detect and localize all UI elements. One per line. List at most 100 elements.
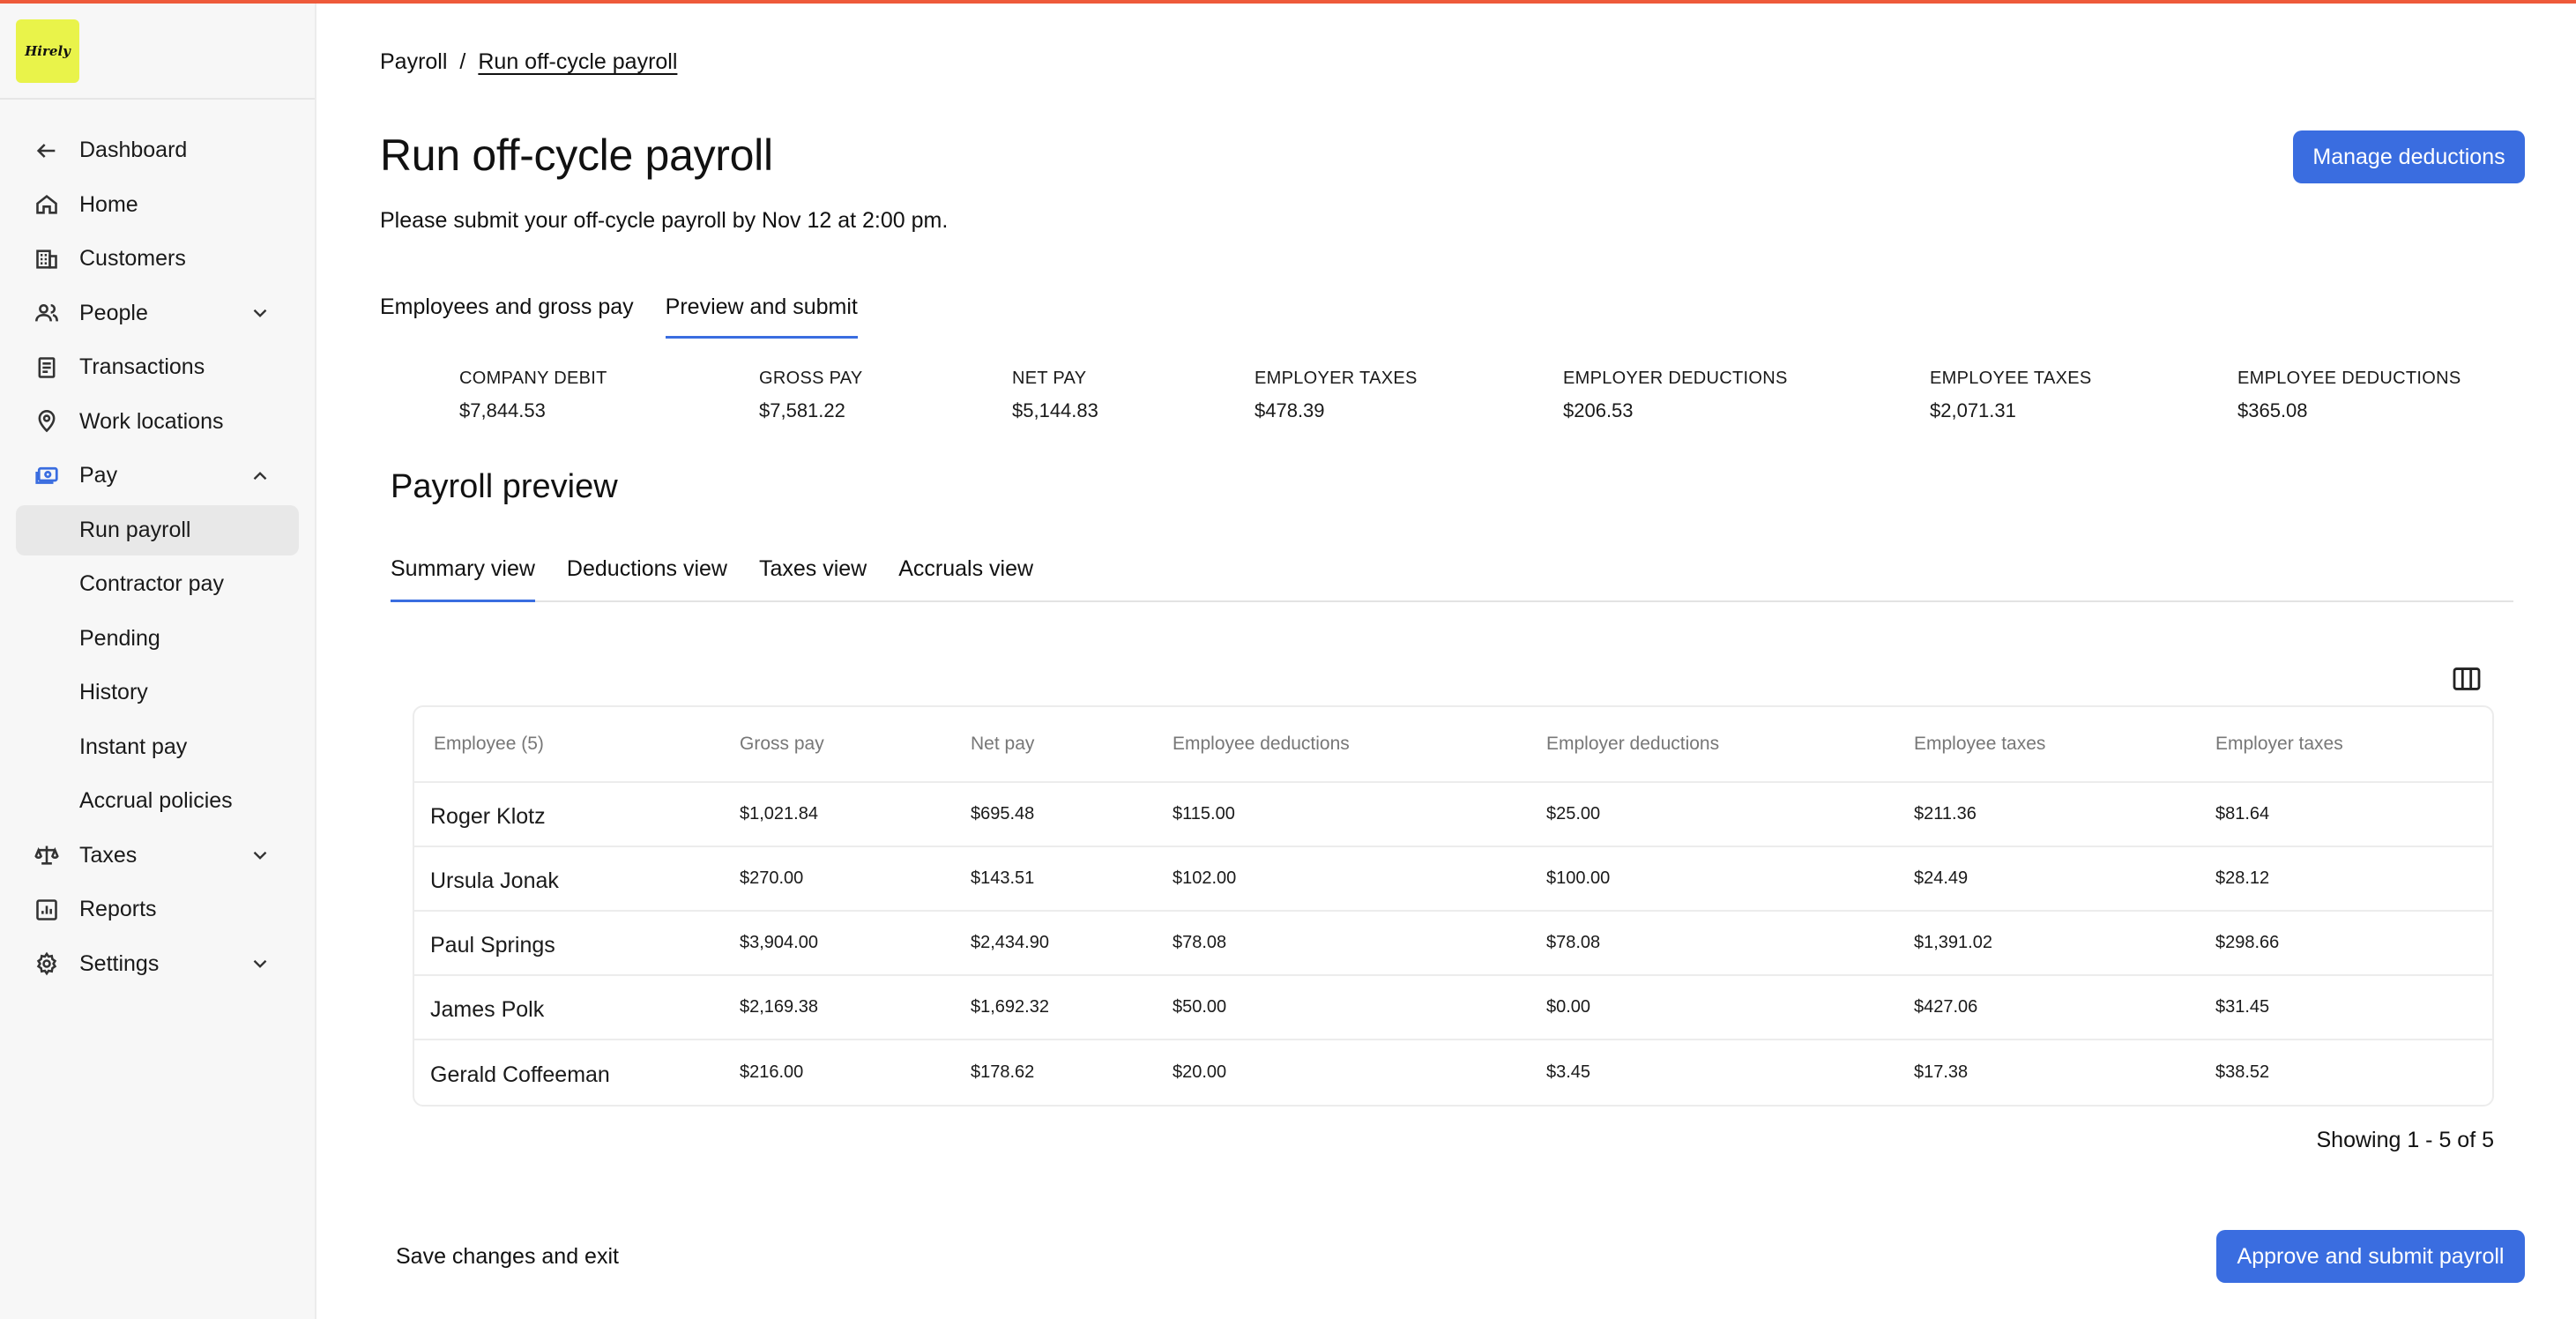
cell-employee-deductions: $102.00: [1153, 846, 1527, 912]
column-header-employer-taxes[interactable]: Employer taxes: [2196, 707, 2492, 783]
scale-icon: [32, 840, 62, 870]
chevron-down-icon[interactable]: [249, 952, 272, 975]
cell-employee-taxes: $24.49: [1895, 846, 2196, 912]
sidebar-nav: Dashboard Home Customers People Transact…: [0, 123, 315, 991]
manage-deductions-button[interactable]: Manage deductions: [2293, 130, 2525, 183]
sidebar-item-label: People: [79, 300, 148, 325]
sidebar-item-pay[interactable]: Pay: [0, 449, 315, 503]
sidebar-item-people[interactable]: People: [0, 287, 315, 341]
sidebar-item-label: Work locations: [79, 408, 224, 434]
table-row[interactable]: James Polk $2,169.38 $1,692.32 $50.00 $0…: [414, 975, 2492, 1040]
sidebar-item-run-payroll[interactable]: Run payroll: [0, 503, 315, 558]
payroll-steps-tabs: Employees and gross pay Preview and subm…: [380, 294, 858, 339]
table-row[interactable]: Ursula Jonak $270.00 $143.51 $102.00 $10…: [414, 846, 2492, 912]
column-header-employer-deductions[interactable]: Employer deductions: [1527, 707, 1895, 783]
tab-accruals-view[interactable]: Accruals view: [898, 556, 1033, 602]
preview-view-tabs: Summary view Deductions view Taxes view …: [391, 556, 2513, 602]
chevron-up-icon[interactable]: [249, 465, 272, 488]
hirely-logo[interactable]: Hirely: [16, 19, 79, 83]
stat-employee-deductions: EMPLOYEE DEDUCTIONS $365.08: [2237, 369, 2461, 422]
sidebar-item-label: Pay: [79, 463, 118, 488]
tab-deductions-view[interactable]: Deductions view: [567, 556, 727, 602]
sidebar-item-contractor-pay[interactable]: Contractor pay: [0, 557, 315, 612]
employee-name: Roger Klotz: [414, 782, 720, 847]
column-header-gross-pay[interactable]: Gross pay: [720, 707, 951, 783]
sidebar-item-transactions[interactable]: Transactions: [0, 340, 315, 395]
table-row[interactable]: Paul Springs $3,904.00 $2,434.90 $78.08 …: [414, 911, 2492, 976]
cell-net-pay: $2,434.90: [951, 911, 1153, 976]
cell-employer-taxes: $28.12: [2196, 846, 2492, 912]
page-title: Run off-cycle payroll: [380, 130, 773, 180]
tab-summary-view[interactable]: Summary view: [391, 556, 535, 602]
tab-taxes-view[interactable]: Taxes view: [759, 556, 867, 602]
stat-label: GROSS PAY: [759, 369, 863, 388]
columns-icon[interactable]: [2452, 667, 2482, 691]
sidebar-item-pending[interactable]: Pending: [0, 612, 315, 667]
tab-preview-submit[interactable]: Preview and submit: [665, 294, 858, 339]
sidebar-item-history[interactable]: History: [0, 666, 315, 720]
sidebar-item-accrual-policies[interactable]: Accrual policies: [0, 774, 315, 829]
stat-value: $5,144.83: [1012, 399, 1098, 421]
sidebar: Hirely Dashboard Home Customers People T…: [0, 4, 316, 1319]
sidebar-item-label: Dashboard: [79, 138, 188, 163]
sidebar-item-instant-pay[interactable]: Instant pay: [0, 720, 315, 775]
save-and-exit-button[interactable]: Save changes and exit: [396, 1244, 619, 1270]
stat-employer-taxes: EMPLOYER TAXES $478.39: [1254, 369, 1418, 422]
stat-employee-taxes: EMPLOYEE TAXES $2,071.31: [1930, 369, 2092, 422]
cell-employer-deductions: $3.45: [1546, 1062, 1591, 1082]
logo-area: Hirely: [0, 4, 315, 100]
stat-employer-deductions: EMPLOYER DEDUCTIONS $206.53: [1563, 369, 1788, 422]
breadcrumb: Payroll / Run off-cycle payroll: [380, 49, 677, 75]
sidebar-item-reports[interactable]: Reports: [0, 883, 315, 937]
breadcrumb-payroll-link[interactable]: Payroll: [380, 49, 447, 75]
tab-employees-gross-pay[interactable]: Employees and gross pay: [380, 294, 634, 339]
sidebar-item-work-locations[interactable]: Work locations: [0, 395, 315, 450]
sidebar-item-label: Home: [79, 191, 138, 217]
stat-label: NET PAY: [1012, 369, 1087, 388]
stat-label: EMPLOYEE DEDUCTIONS: [2237, 369, 2461, 388]
main-content: Payroll / Run off-cycle payroll Run off-…: [318, 4, 2576, 1319]
cell-net-pay: $143.51: [951, 846, 1153, 912]
column-header-employee[interactable]: Employee (5): [414, 707, 720, 783]
employee-name: Paul Springs: [414, 911, 720, 976]
sidebar-item-label: Pending: [79, 625, 160, 651]
sidebar-item-taxes[interactable]: Taxes: [0, 829, 315, 883]
breadcrumb-current[interactable]: Run off-cycle payroll: [478, 49, 677, 75]
approve-submit-payroll-button[interactable]: Approve and submit payroll: [2216, 1230, 2525, 1283]
sidebar-item-settings[interactable]: Settings: [0, 937, 315, 992]
column-header-employee-deductions[interactable]: Employee deductions: [1153, 707, 1527, 783]
sidebar-item-home[interactable]: Home: [0, 178, 315, 233]
cell-employer-taxes: $38.52: [2215, 1062, 2270, 1082]
gear-icon: [32, 949, 62, 979]
cell-employer-deductions: $0.00: [1527, 975, 1895, 1040]
stat-company-debit: COMPANY DEBIT $7,844.53: [459, 369, 607, 422]
stat-label: EMPLOYER DEDUCTIONS: [1563, 369, 1788, 388]
cell-employer-deductions: $25.00: [1527, 782, 1895, 847]
chevron-down-icon[interactable]: [249, 844, 272, 867]
cell-net-pay: $695.48: [951, 782, 1153, 847]
cell-employer-deductions: $100.00: [1527, 846, 1895, 912]
column-header-employee-taxes[interactable]: Employee taxes: [1895, 707, 2196, 783]
map-pin-icon: [32, 406, 62, 436]
sidebar-item-customers[interactable]: Customers: [0, 232, 315, 287]
table-row[interactable]: Roger Klotz $1,021.84 $695.48 $115.00 $2…: [414, 782, 2492, 847]
payroll-preview-title: Payroll preview: [391, 468, 618, 505]
cell-net-pay: $178.62: [971, 1062, 1035, 1082]
sidebar-item-label: Run payroll: [79, 517, 191, 542]
cell-employer-taxes: $31.45: [2196, 975, 2492, 1040]
table-row[interactable]: Gerald Coffeeman $216.00 $178.62 $20.00 …: [414, 1040, 2492, 1104]
receipt-icon: [32, 353, 62, 383]
stat-value: $365.08: [2237, 399, 2308, 421]
cell-gross-pay: $216.00: [740, 1062, 804, 1082]
cell-employer-taxes: $81.64: [2196, 782, 2492, 847]
deadline-subtitle: Please submit your off-cycle payroll by …: [380, 208, 949, 233]
column-header-net-pay[interactable]: Net pay: [951, 707, 1153, 783]
sidebar-item-dashboard[interactable]: Dashboard: [0, 123, 315, 178]
cell-employee-taxes: $17.38: [1914, 1062, 1969, 1082]
chevron-down-icon[interactable]: [249, 302, 272, 324]
cell-employer-deductions: $78.08: [1527, 911, 1895, 976]
cell-gross-pay: $2,169.38: [720, 975, 951, 1040]
sidebar-item-label: Transactions: [79, 354, 205, 380]
employee-name: Ursula Jonak: [414, 846, 720, 912]
stat-label: EMPLOYER TAXES: [1254, 369, 1418, 388]
